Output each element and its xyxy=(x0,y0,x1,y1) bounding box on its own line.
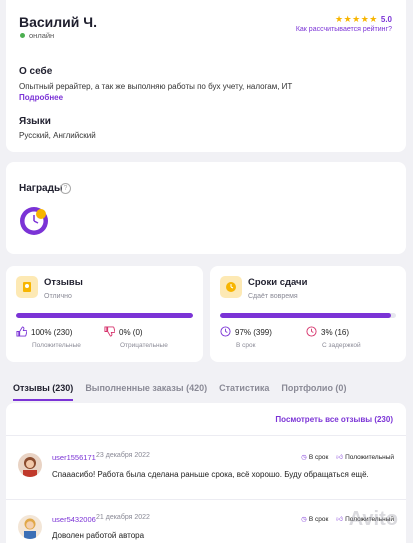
about-heading: О себе xyxy=(19,66,53,77)
review-text: Доволен работой автора xyxy=(52,531,145,540)
thumbs-up-icon: 👍︎ xyxy=(336,516,344,523)
rating: ★★★★★ 5.0 xyxy=(335,14,392,25)
avatar[interactable] xyxy=(18,515,42,539)
avatar[interactable] xyxy=(18,453,42,477)
negative-reviews: 0% (0) Отрицательные xyxy=(104,326,168,349)
review-user[interactable]: user5432006 xyxy=(52,515,96,524)
awards-card: Награды ? xyxy=(6,162,406,254)
deadlines-clock-icon xyxy=(220,276,242,298)
divider xyxy=(6,435,406,436)
positive-badge: 👍︎ Положительный xyxy=(336,453,394,462)
ontime-label: В срок xyxy=(236,342,256,349)
languages-heading: Языки xyxy=(19,116,51,127)
ontime-badge: ◷ В срок xyxy=(301,453,329,462)
rating-info-link[interactable]: Как рассчитывается рейтинг? xyxy=(296,26,392,33)
award-badge-icon[interactable] xyxy=(19,206,49,236)
ontime-value: 97% (399) xyxy=(235,328,272,337)
ontime-orders: 97% (399) В срок xyxy=(220,326,272,349)
review-badges: ◷ В срок 👍︎ Положительный xyxy=(301,453,394,462)
profile-tabs: Отзывы (230) Выполненные заказы (420) Ст… xyxy=(13,383,358,401)
divider xyxy=(6,499,406,500)
deadlines-progress-bar xyxy=(220,313,396,318)
rating-value: 5.0 xyxy=(380,15,392,24)
late-orders: 3% (16) С задержкой xyxy=(306,326,361,349)
review-date: 21 декабря 2022 xyxy=(96,514,150,521)
positive-reviews-label: Положительные xyxy=(32,342,81,349)
deadlines-stats-subtitle: Сдаёт вовремя xyxy=(248,293,298,300)
tab-completed-orders[interactable]: Выполненные заказы (420) xyxy=(85,383,207,401)
profile-name: Василий Ч. xyxy=(19,14,98,30)
online-dot-icon xyxy=(20,33,25,38)
negative-reviews-value: 0% (0) xyxy=(119,328,143,337)
thumbs-up-icon: 👍︎ xyxy=(336,454,344,461)
reviews-list-card: Посмотреть все отзывы (230) user1556171 … xyxy=(6,403,406,543)
deadlines-stats-card: Сроки сдачи Сдаёт вовремя 97% (399) В ср… xyxy=(210,266,406,362)
ontime-badge-label: В срок xyxy=(308,515,329,523)
negative-reviews-label: Отрицательные xyxy=(120,342,168,349)
awards-heading: Награды xyxy=(19,183,63,194)
about-text: Опытный рерайтер, а так же выполняю рабо… xyxy=(19,82,293,91)
online-status: онлайн xyxy=(20,31,54,40)
positive-reviews: 100% (230) Положительные xyxy=(16,326,81,349)
deadlines-stats-title: Сроки сдачи xyxy=(248,277,308,288)
tab-portfolio[interactable]: Портфолио (0) xyxy=(281,383,346,401)
ontime-badge-label: В срок xyxy=(308,453,329,461)
reviews-stats-title: Отзывы xyxy=(44,277,83,288)
review-user[interactable]: user1556171 xyxy=(52,453,96,462)
clock-icon: ◷ xyxy=(301,516,307,523)
avito-watermark: Avito xyxy=(348,508,398,530)
rating-stars-icon: ★★★★★ xyxy=(335,14,378,24)
review-text: Спааасибо! Работа была сделана раньше ср… xyxy=(52,470,369,479)
reviews-progress-bar xyxy=(16,313,193,318)
see-all-reviews-link[interactable]: Посмотреть все отзывы (230) xyxy=(275,415,393,424)
thumbs-down-icon xyxy=(104,326,116,339)
clock-icon: ◷ xyxy=(301,454,307,461)
late-label: С задержкой xyxy=(322,342,361,349)
reviews-badge-icon xyxy=(16,276,38,298)
positive-badge-label: Положительный xyxy=(345,453,394,461)
tab-reviews[interactable]: Отзывы (230) xyxy=(13,383,74,401)
tab-statistics[interactable]: Статистика xyxy=(219,383,269,401)
languages-text: Русский, Английский xyxy=(19,131,96,140)
profile-card: Василий Ч. онлайн ★★★★★ 5.0 Как рассчиты… xyxy=(6,0,406,152)
thumbs-up-icon xyxy=(16,326,28,339)
ontime-clock-icon xyxy=(220,326,231,339)
ontime-badge: ◷ В срок xyxy=(301,515,329,524)
reviews-stats-subtitle: Отлично xyxy=(44,293,72,300)
online-status-label: онлайн xyxy=(29,31,55,40)
reviews-progress-fill xyxy=(16,313,193,318)
late-clock-icon xyxy=(306,326,317,339)
review-date: 23 декабря 2022 xyxy=(96,452,150,459)
deadlines-progress-fill xyxy=(220,313,391,318)
reviews-stats-card: Отзывы Отлично 100% (230) Положительные … xyxy=(6,266,203,362)
late-value: 3% (16) xyxy=(321,328,350,337)
positive-reviews-value: 100% (230) xyxy=(31,328,73,337)
about-more-link[interactable]: Подробнее xyxy=(19,93,63,102)
help-icon[interactable]: ? xyxy=(60,183,71,194)
